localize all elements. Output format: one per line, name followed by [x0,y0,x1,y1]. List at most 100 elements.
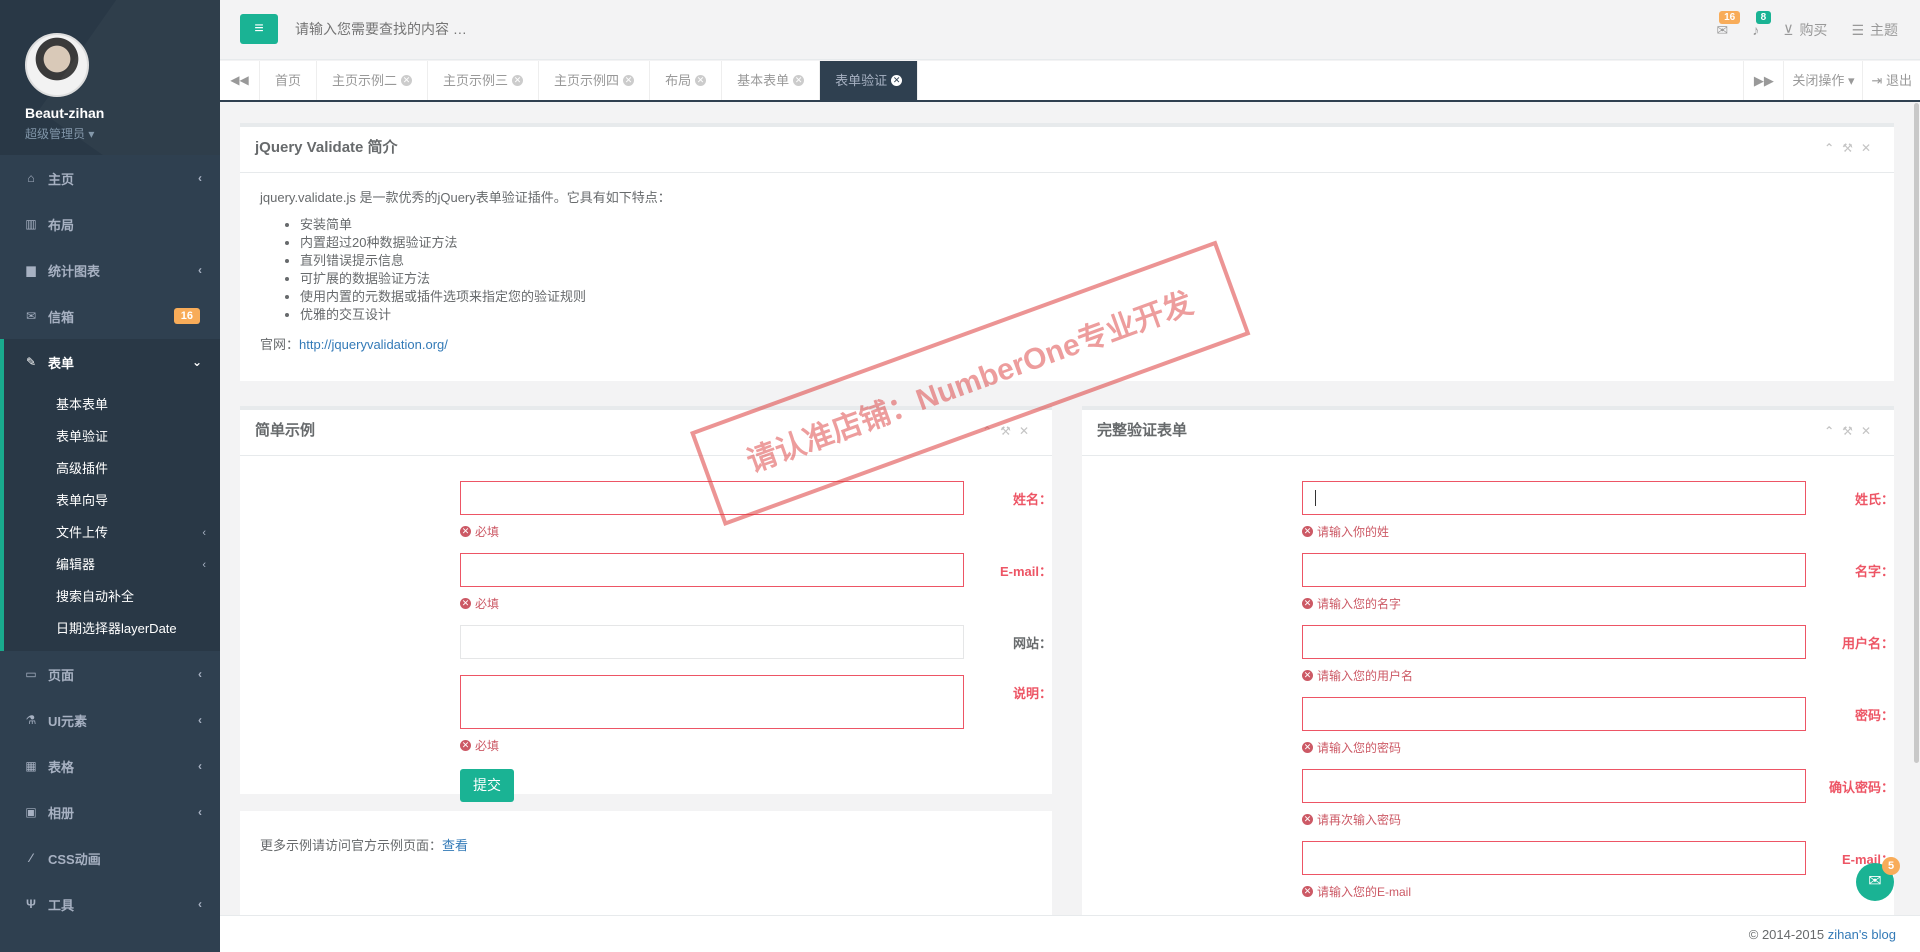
submenu-item-file-upload[interactable]: 文件上传 ‹ [4,517,220,549]
form-row-confirm-password: 确认密码： ✕ 请再次输入密码 [1082,769,1894,841]
password-input[interactable] [1302,697,1806,731]
close-icon[interactable]: ✕ [401,75,413,86]
wrench-icon[interactable]: ⚒ [1000,424,1019,438]
search-input[interactable] [295,15,795,43]
tabs-scroll-left-button[interactable]: ◀◀ [220,61,260,100]
scrollbar-thumb[interactable] [1914,103,1919,763]
full-email-input[interactable] [1302,841,1806,875]
submenu-item-basic-form[interactable]: 基本表单 [4,389,220,421]
submenu-item-layerdate[interactable]: 日期选择器layerDate [4,613,220,645]
submenu-item-autocomplete[interactable]: 搜索自动补全 [4,581,220,613]
sidebar-item-tools[interactable]: Ψ 工具 ‹ [0,881,220,927]
close-icon[interactable]: ✕ [891,75,903,86]
sidebar-nav-lower: ▭ 页面 ‹ ⚗ UI元素 ‹ ▦ 表格 ‹ ▣ 相册 ‹ ⁄ CSS动画 Ψ … [0,651,220,927]
simple-example-panel: 简单示例 ⌃⚒✕ 姓名： ✕ 必填 E-mail： ✕ 必填 网站： 说明： ✕ 必填 [240,406,1052,802]
sidebar-item-label: 布局 [48,217,75,233]
messages-button[interactable]: ✉ 16 [1716,10,1741,39]
official-site-link[interactable]: http://jqueryvalidation.org/ [299,337,448,352]
theme-link[interactable]: ☰ 主题 [1851,20,1898,40]
confirm-password-input[interactable] [1302,769,1806,803]
description-textarea[interactable] [460,675,964,729]
tabs-scroll-right-button[interactable]: ▶▶ [1743,61,1783,100]
profile-role-dropdown[interactable]: 超级管理员 ▾ [25,125,220,142]
panel-tools: ⌃⚒✕ [982,410,1037,452]
close-icon[interactable]: ✕ [623,75,635,86]
toggle-sidebar-button[interactable]: ≡ [240,14,278,44]
close-icon[interactable]: ✕ [1861,424,1879,438]
description-error: ✕ 必填 [460,737,499,754]
sidebar-item-pages[interactable]: ▭ 页面 ‹ [0,651,220,697]
avatar[interactable] [25,33,89,97]
sidebar-item-ui-elements[interactable]: ⚗ UI元素 ‹ [0,697,220,743]
notifications-button[interactable]: ♪ 8 [1752,11,1772,38]
topbar: ≡ ✉ 16 ♪ 8 ⊻ 购买 ☰ 主题 [220,0,1920,60]
sidebar-item-mailbox[interactable]: ✉ 信箱 16 [0,293,220,339]
submenu-item-form-validate[interactable]: 表单验证 [4,421,220,453]
sidebar-item-label: 相册 [48,805,75,821]
buy-link[interactable]: ⊻ 购买 [1783,20,1827,40]
close-icon[interactable]: ✕ [793,75,805,86]
tab-label: 主页示例二 [332,73,398,88]
submenu-item-advanced-plugins[interactable]: 高级插件 [4,453,220,485]
tab-layout[interactable]: 布局 ✕ [650,61,723,100]
sidebar-item-forms[interactable]: ✎ 表单 ⌄ [0,339,220,385]
error-icon: ✕ [460,740,471,751]
chevron-left-icon: ‹ [202,559,206,571]
submit-button[interactable]: 提交 [460,769,514,802]
content-scrollbar[interactable] [1912,103,1920,763]
firstname-error: ✕ 请输入您的名字 [1302,595,1401,612]
tab-basic-form[interactable]: 基本表单 ✕ [722,61,821,100]
picture-icon: ▣ [25,805,37,819]
firstname-input[interactable] [1302,553,1806,587]
username-input[interactable] [1302,625,1806,659]
submenu-item-label: 日期选择器layerDate [56,621,177,636]
tab-label: 基本表单 [737,73,790,88]
submenu-item-form-wizard[interactable]: 表单向导 [4,485,220,517]
chat-button[interactable]: ✉ 5 [1856,857,1900,901]
footer: © 2014-2015 zihan's blog [220,915,1920,952]
sidebar-item-gallery[interactable]: ▣ 相册 ‹ [0,789,220,835]
chevron-left-icon: ‹ [198,171,202,185]
submenu-item-editor[interactable]: 编辑器 ‹ [4,549,220,581]
sidebar-item-home[interactable]: ⌂ 主页 ‹ [0,155,220,201]
bell-icon: ♪ [1752,22,1760,38]
logout-button[interactable]: ⇥ 退出 [1862,61,1920,100]
list-item: 优雅的交互设计 [300,306,1874,324]
collapse-icon[interactable]: ⌃ [1824,424,1842,438]
wrench-icon[interactable]: ⚒ [1842,424,1861,438]
close-operations-dropdown[interactable]: 关闭操作 ▾ [1783,61,1862,100]
content-area: jQuery Validate 简介 ⌃⚒✕ jquery.validate.j… [220,103,1920,915]
close-icon[interactable]: ✕ [1861,141,1879,155]
tab-home-example-4[interactable]: 主页示例四 ✕ [539,61,651,100]
collapse-icon[interactable]: ⌃ [982,424,1000,438]
tab-home-example-2[interactable]: 主页示例二 ✕ [317,61,429,100]
cart-icon: ⊻ [1783,21,1794,38]
close-icon[interactable]: ✕ [695,75,707,86]
error-text: 必填 [475,525,500,539]
intro-panel-title: jQuery Validate 简介 ⌃⚒✕ [240,127,1894,173]
sidebar-item-charts[interactable]: ▆ 统计图表 ‹ [0,247,220,293]
name-error: ✕ 必填 [460,523,499,540]
surname-input[interactable] [1302,481,1806,515]
website-input[interactable] [460,625,964,659]
tab-form-validate[interactable]: 表单验证 ✕ [820,61,919,100]
error-text: 请输入您的密码 [1317,741,1402,755]
close-icon[interactable]: ✕ [1019,424,1037,438]
close-icon[interactable]: ✕ [512,75,524,86]
email-input[interactable] [460,553,964,587]
wrench-icon[interactable]: ⚒ [1842,141,1861,155]
tab-home[interactable]: 首页 [260,61,318,100]
collapse-icon[interactable]: ⌃ [1824,141,1842,155]
name-input[interactable] [460,481,964,515]
tab-home-example-3[interactable]: 主页示例三 ✕ [428,61,540,100]
buy-label: 购买 [1799,22,1828,38]
sidebar-item-css-animation[interactable]: ⁄ CSS动画 [0,835,220,881]
more-examples-link[interactable]: 查看 [442,838,468,853]
blog-link[interactable]: zihan's blog [1828,927,1896,942]
surname-error: ✕ 请输入你的姓 [1302,523,1389,540]
sidebar-item-tables[interactable]: ▦ 表格 ‹ [0,743,220,789]
form-row-surname: 姓氏： ✕ 请输入你的姓 [1082,481,1894,553]
list-item: 可扩展的数据验证方法 [300,270,1874,288]
sidebar-item-layout[interactable]: ▥ 布局 [0,201,220,247]
error-icon: ✕ [1302,670,1313,681]
